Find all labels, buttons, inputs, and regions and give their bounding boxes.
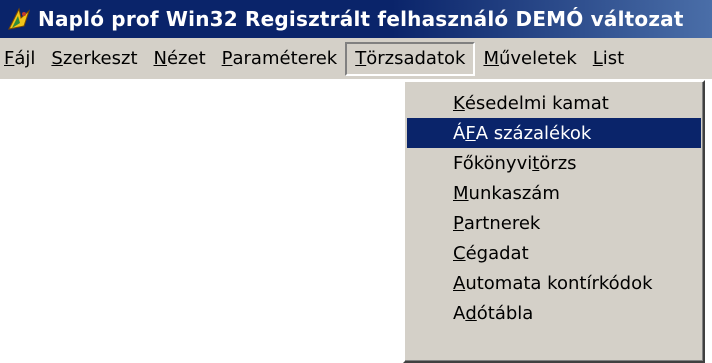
menu-accelerator: T bbox=[355, 48, 367, 69]
item-label-post: A százalékok bbox=[475, 122, 592, 144]
menu-label-post: ist bbox=[602, 48, 625, 69]
menu-torzsadatok[interactable]: Törzsadatok bbox=[345, 41, 476, 76]
menu-item-cegadat[interactable]: Cégadat bbox=[407, 238, 701, 268]
menu-item-munkaszam[interactable]: Munkaszám bbox=[407, 178, 701, 208]
item-accelerator: M bbox=[453, 182, 469, 204]
menu-label-post: örzsadatok bbox=[366, 48, 466, 69]
item-label-post: artnerek bbox=[463, 212, 541, 234]
torzsadatok-dropdown-menu: Késedelmi kamat ÁFA százalékok Főkönyvi … bbox=[403, 80, 705, 363]
item-accelerator: F bbox=[465, 122, 476, 144]
menu-accelerator: M bbox=[483, 48, 499, 69]
menu-bar: Fájl Szerkeszt Nézet Paraméterek Törzsad… bbox=[0, 38, 712, 80]
item-label-post: égadat bbox=[465, 242, 529, 264]
item-accelerator: P bbox=[453, 212, 464, 234]
menu-item-adotabla[interactable]: Ad ótábla bbox=[407, 298, 701, 328]
menu-accelerator: F bbox=[4, 48, 15, 69]
app-icon[interactable] bbox=[6, 6, 32, 32]
menu-label-post: ájl bbox=[14, 48, 36, 69]
menu-accelerator: S bbox=[51, 48, 63, 69]
menu-accelerator: N bbox=[153, 48, 167, 69]
menu-item-partnerek[interactable]: Partnerek bbox=[407, 208, 701, 238]
menu-fajl[interactable]: Fájl bbox=[0, 42, 43, 76]
menu-label-post: zerkeszt bbox=[62, 48, 138, 69]
title-bar[interactable]: Napló prof Win32 Regisztrált felhasználó… bbox=[0, 0, 712, 38]
menu-label-post: ézet bbox=[166, 48, 206, 69]
item-accelerator: t bbox=[532, 152, 540, 174]
menu-parameterek[interactable]: Paraméterek bbox=[214, 42, 346, 76]
item-label-post: ótábla bbox=[476, 302, 534, 324]
item-label-pre: Főkönyvi bbox=[453, 152, 533, 174]
item-label-post: ésedelmi kamat bbox=[464, 92, 609, 114]
menu-item-automata-kontirkodok[interactable]: Automata kontírkódok bbox=[407, 268, 701, 298]
menu-szerkeszt[interactable]: Szerkeszt bbox=[43, 42, 145, 76]
menu-list[interactable]: List bbox=[585, 42, 632, 76]
menu-item-fokonyvi-torzs[interactable]: Főkönyvi t örzs bbox=[407, 148, 701, 178]
menu-accelerator: P bbox=[221, 48, 233, 69]
item-label-pre: A bbox=[453, 302, 466, 324]
menu-label-post: űveletek bbox=[498, 48, 577, 69]
menu-nezet[interactable]: Nézet bbox=[146, 42, 214, 76]
menu-muveletek[interactable]: Műveletek bbox=[475, 42, 584, 76]
menu-item-kesedelmi-kamat[interactable]: Késedelmi kamat bbox=[407, 88, 701, 118]
menu-accelerator: L bbox=[592, 48, 603, 69]
item-accelerator: K bbox=[453, 92, 465, 114]
item-accelerator: A bbox=[453, 272, 466, 294]
window-title: Napló prof Win32 Regisztrált felhasználó… bbox=[38, 7, 684, 31]
item-label-post: unkaszám bbox=[468, 182, 560, 204]
item-label-post: utomata kontírkódok bbox=[465, 272, 653, 294]
item-accelerator: C bbox=[453, 242, 466, 264]
menu-label-post: araméterek bbox=[232, 48, 338, 69]
item-accelerator: d bbox=[465, 302, 477, 324]
item-label-post: örzs bbox=[539, 152, 577, 174]
menu-item-afa-szazalekok[interactable]: ÁFA százalékok bbox=[407, 118, 701, 148]
item-label-pre: Á bbox=[453, 122, 466, 144]
